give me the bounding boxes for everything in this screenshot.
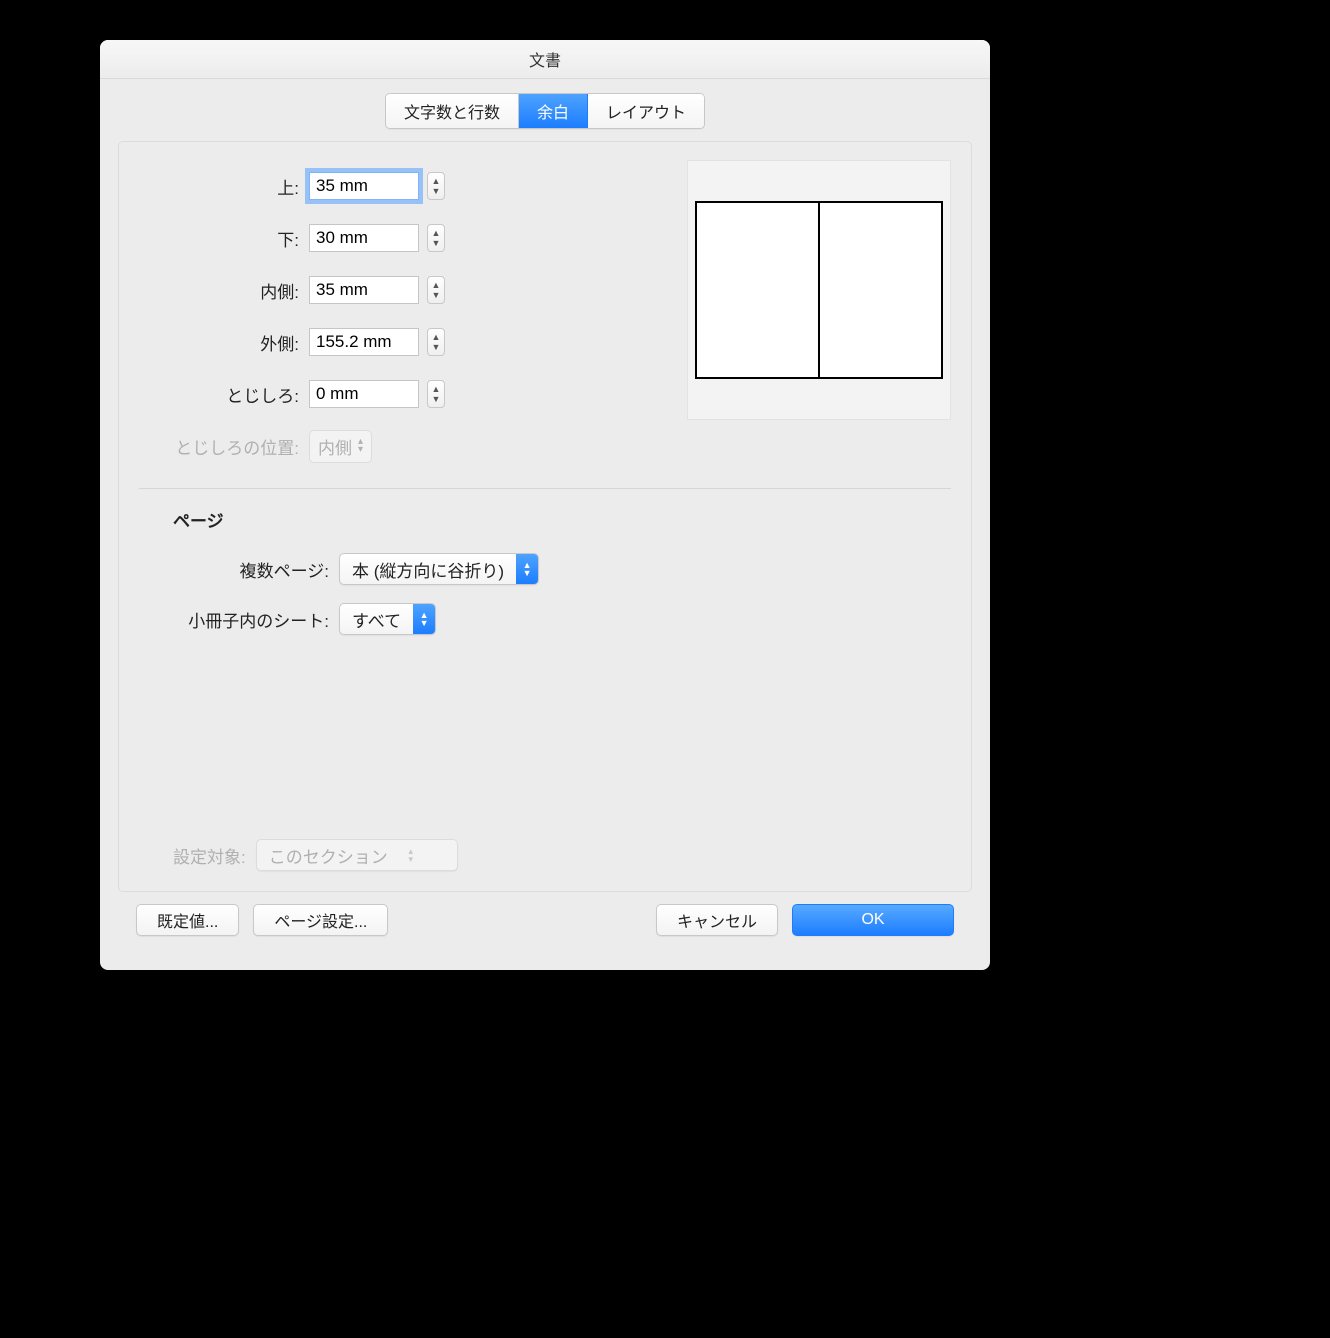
label-outside: 外側:	[139, 330, 309, 355]
input-outside[interactable]	[309, 328, 419, 356]
dialog-content: 文字数と行数 余白 レイアウト 上: ▲▼ 下: ▲▼	[100, 79, 990, 970]
stepper-top[interactable]: ▲▼	[427, 172, 445, 200]
row-gutter-position: とじしろの位置: 内側 ▴▾	[139, 420, 479, 472]
select-gutter-position-value: 内側	[318, 434, 352, 459]
tab-layout[interactable]: レイアウト	[588, 94, 704, 128]
label-gutter-position: とじしろの位置:	[139, 434, 309, 459]
chevron-updown-icon: ▴▾	[400, 840, 422, 870]
stepper-bottom[interactable]: ▲▼	[427, 224, 445, 252]
label-apply-to: 設定対象:	[173, 843, 256, 868]
label-multi-pages: 複数ページ:	[139, 557, 339, 582]
row-booklet-sheets: 小冊子内のシート: すべて ▲▼	[139, 594, 951, 644]
stepper-inside[interactable]: ▲▼	[427, 276, 445, 304]
select-gutter-position: 内側 ▴▾	[309, 430, 372, 463]
row-inside: 内側: ▲▼	[139, 264, 479, 316]
label-inside: 内側:	[139, 278, 309, 303]
dialog-button-bar: 既定値... ページ設定... キャンセル OK	[118, 892, 972, 952]
separator	[139, 488, 951, 489]
default-button[interactable]: 既定値...	[136, 904, 239, 936]
page-section-title: ページ	[173, 507, 951, 532]
chevron-updown-icon: ▲▼	[413, 604, 435, 634]
select-booklet-sheets-value: すべて	[340, 604, 413, 634]
window-title: 文書	[529, 47, 561, 71]
row-top: 上: ▲▼	[139, 160, 479, 212]
preview-page-left	[695, 201, 819, 379]
ok-button[interactable]: OK	[792, 904, 954, 936]
label-bottom: 下:	[139, 226, 309, 251]
row-apply-to: 設定対象: このセクション ▴▾	[139, 839, 951, 871]
stepper-outside[interactable]: ▲▼	[427, 328, 445, 356]
input-gutter[interactable]	[309, 380, 419, 408]
tab-chars-lines[interactable]: 文字数と行数	[386, 94, 519, 128]
margins-panel: 上: ▲▼ 下: ▲▼ 内側: ▲▼ 外	[118, 141, 972, 892]
select-apply-to: このセクション ▴▾	[256, 839, 458, 871]
preview-book	[695, 201, 943, 379]
label-top: 上:	[139, 174, 309, 199]
input-top[interactable]	[309, 172, 419, 200]
input-bottom[interactable]	[309, 224, 419, 252]
select-multi-pages-value: 本 (縦方向に谷折り)	[340, 554, 516, 584]
select-booklet-sheets[interactable]: すべて ▲▼	[339, 603, 436, 635]
select-apply-to-value: このセクション	[257, 840, 400, 870]
chevron-updown-icon: ▴▾	[358, 438, 363, 454]
margin-preview	[687, 160, 951, 420]
tab-bar: 文字数と行数 余白 レイアウト	[385, 93, 705, 129]
row-bottom: 下: ▲▼	[139, 212, 479, 264]
cancel-button[interactable]: キャンセル	[656, 904, 778, 936]
preview-page-right	[819, 201, 943, 379]
row-gutter: とじしろ: ▲▼	[139, 368, 479, 420]
select-multi-pages[interactable]: 本 (縦方向に谷折り) ▲▼	[339, 553, 539, 585]
chevron-updown-icon: ▲▼	[516, 554, 538, 584]
stepper-gutter[interactable]: ▲▼	[427, 380, 445, 408]
margin-fields: 上: ▲▼ 下: ▲▼ 内側: ▲▼ 外	[139, 160, 479, 472]
page-setup-button[interactable]: ページ設定...	[253, 904, 388, 936]
row-multi-pages: 複数ページ: 本 (縦方向に谷折り) ▲▼	[139, 544, 951, 594]
input-inside[interactable]	[309, 276, 419, 304]
label-booklet-sheets: 小冊子内のシート:	[139, 607, 339, 632]
titlebar: 文書	[100, 40, 990, 79]
document-dialog: 文書 文字数と行数 余白 レイアウト 上: ▲▼ 下: ▲▼	[100, 40, 990, 970]
tab-margins[interactable]: 余白	[519, 94, 588, 128]
row-outside: 外側: ▲▼	[139, 316, 479, 368]
margins-top-area: 上: ▲▼ 下: ▲▼ 内側: ▲▼ 外	[139, 160, 951, 472]
label-gutter: とじしろ:	[139, 382, 309, 407]
